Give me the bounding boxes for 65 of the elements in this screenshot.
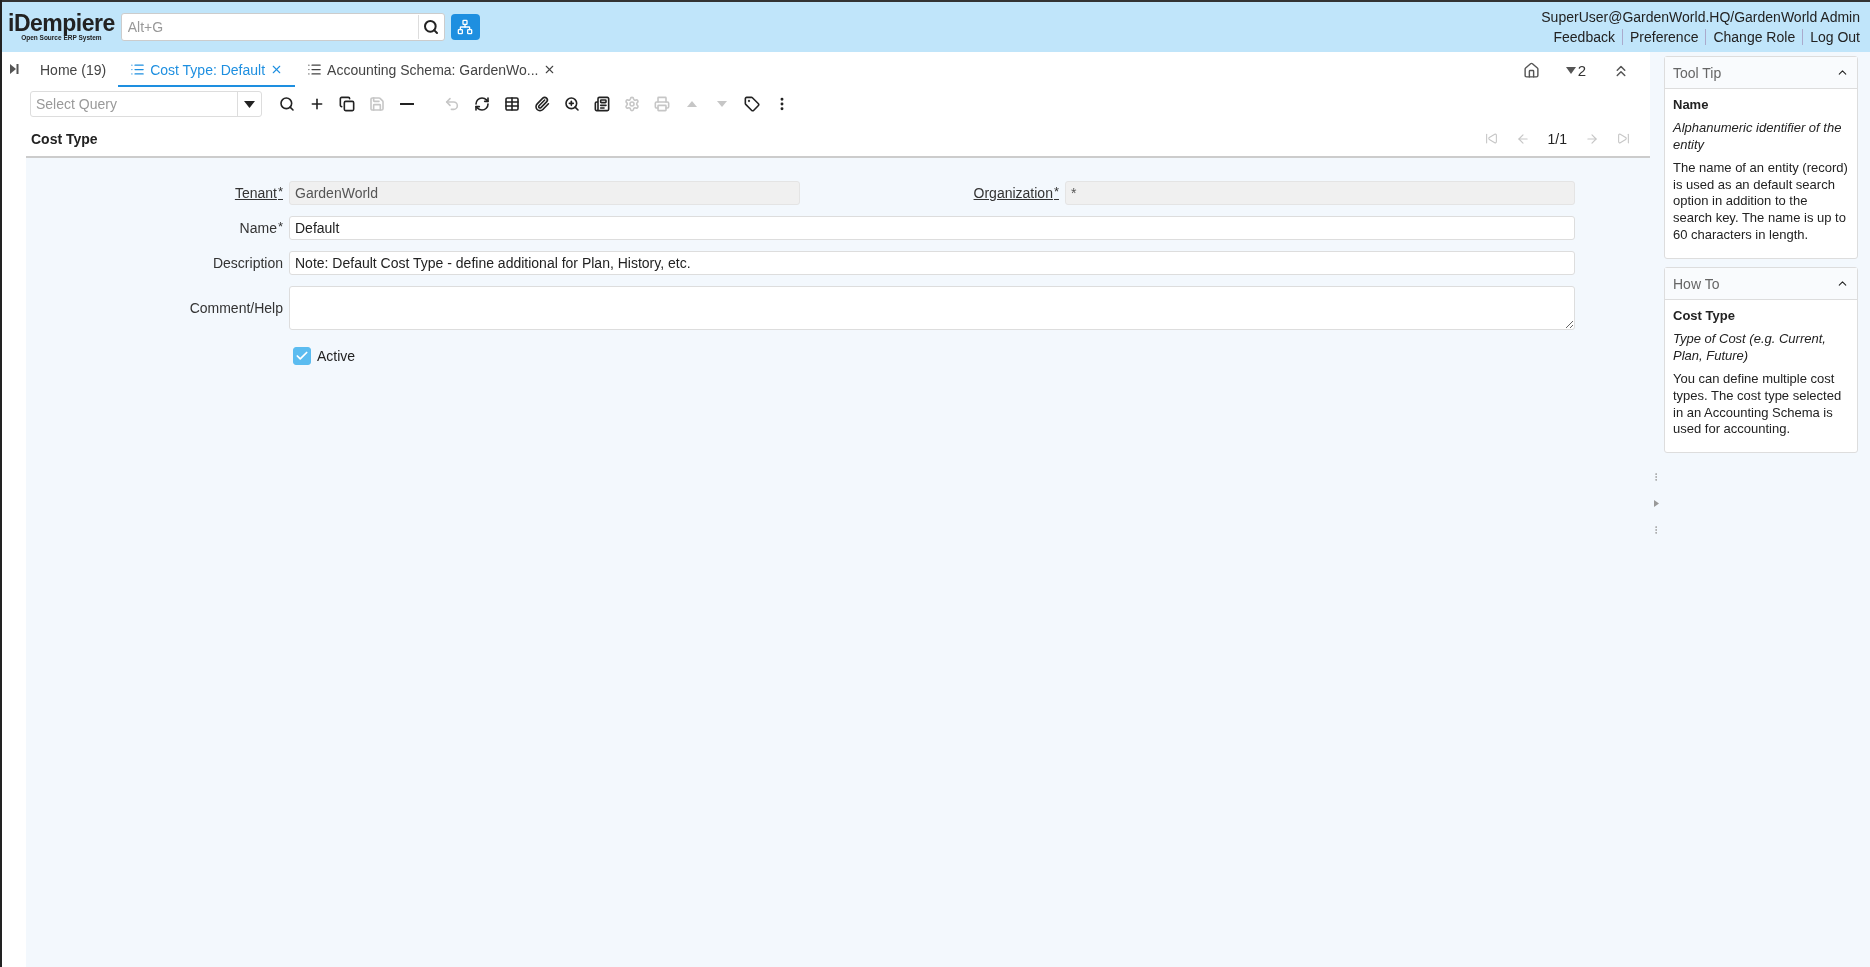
user-label: SuperUser@GardenWorld.HQ/GardenWorld Admin	[1541, 9, 1860, 25]
printer-icon	[654, 96, 670, 112]
search-box[interactable]: Alt+G	[120, 13, 445, 41]
skip-forward-icon	[1617, 132, 1630, 145]
window-count-button[interactable]: 2	[1565, 62, 1586, 79]
sitemap-icon	[457, 19, 474, 35]
caret-icon	[1565, 67, 1576, 74]
checkbox[interactable]	[293, 347, 311, 365]
help-summary: Type of Cost (e.g. Current, Plan, Future)	[1673, 331, 1827, 365]
tag-icon	[744, 96, 760, 112]
query-select[interactable]: Select Query	[30, 91, 262, 117]
header-link[interactable]: Log Out	[1802, 29, 1860, 45]
field-label[interactable]: Tenant*	[234, 185, 283, 201]
skip-back-icon	[1484, 132, 1498, 145]
gear-icon	[624, 96, 640, 112]
field-label[interactable]: Organization*	[973, 185, 1059, 201]
copy-icon	[339, 96, 355, 112]
header-link[interactable]: Change Role	[1705, 29, 1803, 45]
caret-icon	[244, 100, 255, 108]
help-heading: Cost Type	[1673, 308, 1736, 325]
panel-title: Tool Tip	[1673, 64, 1722, 81]
home-icon	[1522, 62, 1540, 79]
search-field[interactable]: Alt+G	[121, 19, 418, 35]
field-label: Description	[212, 255, 283, 271]
panel-title: How To	[1673, 275, 1720, 292]
menu-tree-button[interactable]	[450, 14, 480, 40]
list-icon	[307, 62, 323, 77]
tab[interactable]: Accounting Schema: GardenWo...	[295, 54, 569, 87]
search-icon	[279, 96, 295, 112]
text-field[interactable]: GardenWorld	[289, 181, 800, 205]
report-icon	[594, 96, 610, 112]
zoom-in-icon	[564, 96, 580, 112]
help-heading: Name	[1673, 97, 1710, 114]
paperclip-icon	[534, 96, 550, 112]
header-link[interactable]: Feedback	[1546, 29, 1622, 45]
minus-icon	[400, 102, 414, 106]
checkbox-label: Active	[317, 348, 356, 364]
check-icon	[295, 349, 309, 363]
home-button[interactable]	[1522, 62, 1540, 79]
save-icon	[369, 96, 385, 112]
plus-icon	[309, 96, 325, 112]
search-icon	[423, 19, 440, 35]
record-position: 1/1	[1547, 130, 1567, 147]
skip-forward-icon	[9, 64, 19, 74]
help-text: You can define multiple cost types. The cost type selected in an Accounting Schema is used for accounting.	[1673, 370, 1843, 439]
expand-arrow-icon[interactable]	[1653, 500, 1659, 507]
expand-button[interactable]	[9, 64, 19, 74]
header-link[interactable]: Preference	[1621, 29, 1706, 45]
help-text: The name of an entity (record) is used as an default search option in addition to the search key. The name is up to 60 characters in length.	[1673, 159, 1849, 245]
list-icon	[130, 62, 146, 77]
logo-name: iDempiere	[8, 12, 115, 36]
query-field[interactable]: Select Query	[31, 96, 237, 112]
undo-icon	[444, 96, 460, 112]
text-field[interactable]: Default	[289, 216, 1575, 240]
text-field[interactable]: *	[1065, 181, 1575, 205]
help-summary: Alphanumeric identifier of the entity	[1673, 119, 1843, 154]
text-field[interactable]: Note: Default Cost Type - define additional for Plan, History, etc.	[289, 251, 1575, 275]
down-triangle-icon	[717, 101, 727, 107]
field-label: Name*	[239, 220, 283, 236]
table-icon	[504, 96, 520, 112]
tab[interactable]: Home (19)	[28, 54, 119, 87]
refresh-icon	[474, 96, 490, 112]
field-label: Comment/Help	[189, 300, 283, 316]
record-title: Cost Type	[31, 130, 98, 147]
up-triangle-icon	[687, 101, 697, 107]
